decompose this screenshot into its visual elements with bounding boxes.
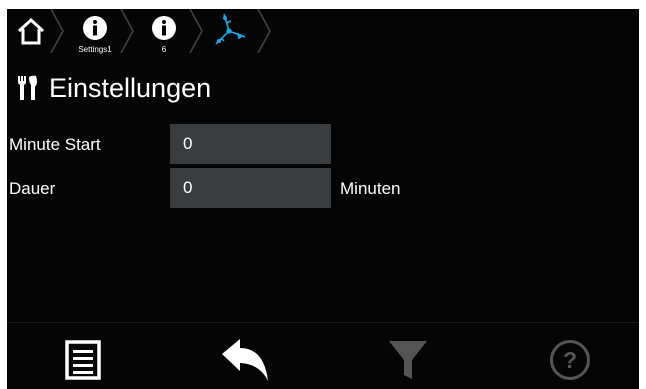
page-title-row: Einstellungen — [17, 71, 211, 105]
breadcrumb-sublabel: 6 — [161, 45, 167, 54]
wind-turbine-icon — [215, 13, 246, 45]
breadcrumb-item-settings1[interactable]: Settings1 — [65, 15, 125, 54]
filter-button[interactable] — [378, 335, 438, 385]
help-icon: ? — [550, 340, 590, 380]
breadcrumb-separator — [50, 9, 64, 53]
info-icon — [83, 16, 107, 40]
breadcrumb-separator — [189, 9, 203, 53]
info-icon — [152, 16, 176, 40]
breadcrumb-separator — [257, 9, 271, 53]
breadcrumb-home[interactable] — [13, 9, 53, 53]
minute-start-label: Minute Start — [9, 135, 101, 154]
breadcrumb-sublabel: Settings1 — [78, 45, 112, 54]
breadcrumb-item-6[interactable]: 6 — [134, 15, 194, 54]
bottom-toolbar: ? — [7, 322, 639, 389]
back-icon — [222, 339, 268, 381]
list-icon — [65, 340, 101, 380]
page-title: Einstellungen — [49, 73, 212, 103]
help-button[interactable]: ? — [540, 335, 600, 385]
svg-text:?: ? — [563, 347, 577, 373]
minute-start-input[interactable]: 0 — [170, 124, 331, 164]
tools-icon — [18, 75, 37, 100]
dauer-label: Dauer — [9, 179, 56, 198]
breadcrumb-separator — [120, 9, 134, 53]
list-button[interactable] — [53, 335, 113, 385]
app-screen: Settings1 6 Einstellungen Minute Start 0… — [7, 9, 639, 389]
breadcrumb-item-turbine[interactable] — [205, 9, 255, 53]
home-icon — [17, 17, 45, 45]
filter-icon — [389, 341, 427, 379]
dauer-input[interactable]: 0 — [170, 168, 331, 208]
dauer-unit-label: Minuten — [340, 179, 401, 198]
back-button[interactable] — [215, 335, 275, 385]
